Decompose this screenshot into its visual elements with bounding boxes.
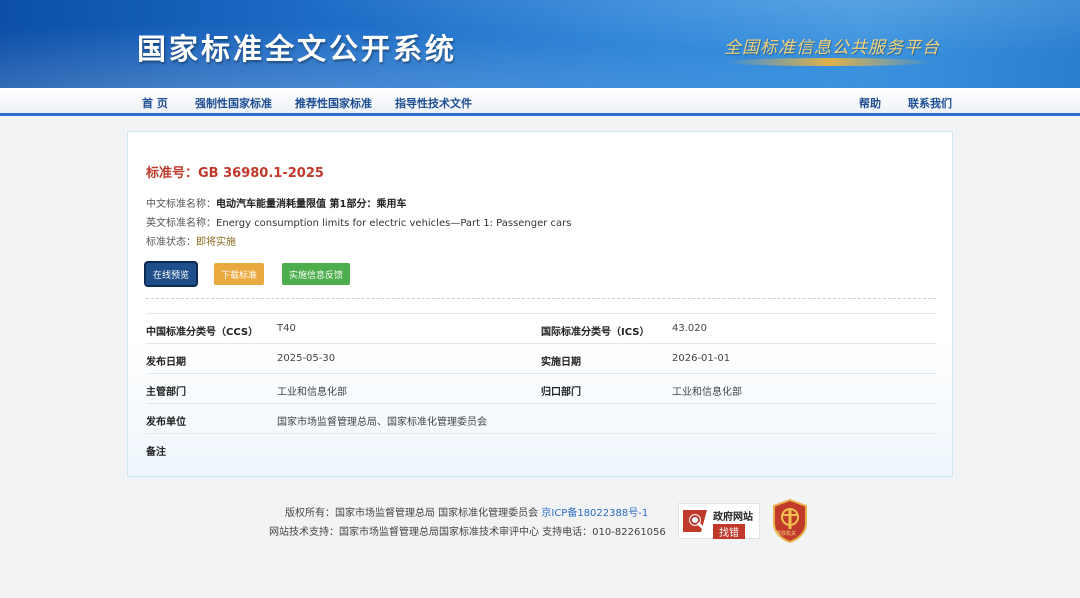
online-preview-button[interactable]: 在线预览 (146, 263, 196, 285)
en-name-label: 英文标准名称： (146, 218, 216, 229)
standard-detail-card: 标准号：GB 36980.1-2025 中文标准名称：电动汽车能量消耗量限值 第… (127, 131, 953, 477)
status-label: 标准状态： (146, 237, 196, 248)
nav-item-help[interactable]: 帮助 (859, 95, 881, 111)
detail-label: 发布日期 (146, 357, 186, 368)
cn-name-row: 中文标准名称：电动汽车能量消耗量限值 第1部分：乘用车 (146, 195, 406, 210)
party-badge-text: 党政机关 (776, 531, 797, 537)
detail-value: 2025-05-30 (277, 353, 336, 364)
nav-item-recommended[interactable]: 推荐性国家标准 (295, 95, 372, 111)
detail-value: 国家市场监督管理总局、国家标准化管理委员会 (277, 417, 487, 428)
table-row: 备注 (146, 433, 936, 463)
cn-name-value: 电动汽车能量消耗量限值 第1部分：乘用车 (216, 199, 407, 210)
detail-label: 中国标准分类号（CCS） (146, 327, 259, 338)
standard-number: 标准号：GB 36980.1-2025 (146, 162, 324, 181)
standard-number-value: GB 36980.1-2025 (198, 166, 324, 181)
cn-name-label: 中文标准名称： (146, 199, 216, 210)
site-banner: 国家标准全文公开系统 全国标准信息公共服务平台 (0, 0, 1080, 88)
nav-item-contact[interactable]: 联系我们 (908, 95, 952, 111)
slogan-swoosh (724, 58, 934, 66)
nav-item-home[interactable]: 首 页 (142, 95, 168, 111)
footer-support: 网站技术支持：国家市场监督管理总局国家标准技术审评中心 支持电话：010-822… (269, 527, 666, 538)
gov-badge-title: 政府网站 (713, 512, 753, 523)
detail-value: 工业和信息化部 (672, 387, 742, 398)
nav-item-mandatory[interactable]: 强制性国家标准 (195, 95, 272, 111)
gov-badge-action: 找错 (713, 524, 745, 539)
footer-icp-link[interactable]: 京ICP备18022388号-1 (541, 508, 648, 519)
detail-label: 发布单位 (146, 417, 186, 428)
party-government-badge[interactable]: 党政机关 (772, 498, 808, 544)
main-nav: 首 页 强制性国家标准 推荐性国家标准 指导性技术文件 帮助 联系我们 (0, 88, 1080, 116)
implementation-feedback-button[interactable]: 实施信息反馈 (282, 263, 350, 285)
detail-label: 主管部门 (146, 387, 186, 398)
gov-website-error-badge[interactable]: 政府网站 找错 (678, 503, 760, 539)
nav-item-guidance[interactable]: 指导性技术文件 (395, 95, 472, 111)
status-value: 即将实施 (196, 237, 236, 248)
detail-value: 工业和信息化部 (277, 387, 347, 398)
table-row: 发布日期 2025-05-30 实施日期 2026-01-01 (146, 343, 936, 373)
table-row: 中国标准分类号（CCS） T40 国际标准分类号（ICS） 43.020 (146, 313, 936, 343)
detail-table: 中国标准分类号（CCS） T40 国际标准分类号（ICS） 43.020 发布日… (146, 313, 936, 463)
section-divider (146, 298, 936, 299)
detail-label: 归口部门 (541, 387, 581, 398)
detail-value: 43.020 (672, 323, 707, 334)
detail-label: 实施日期 (541, 357, 581, 368)
detail-label: 备注 (146, 447, 166, 458)
detail-value: 2026-01-01 (672, 353, 731, 364)
standard-number-label: 标准号： (146, 166, 199, 181)
en-name-row: 英文标准名称：Energy consumption limits for ele… (146, 214, 572, 229)
table-row: 主管部门 工业和信息化部 归口部门 工业和信息化部 (146, 373, 936, 403)
detail-value: T40 (277, 323, 296, 334)
site-title[interactable]: 国家标准全文公开系统 (137, 26, 457, 68)
platform-slogan: 全国标准信息公共服务平台 (724, 38, 940, 58)
table-row: 发布单位 国家市场监督管理总局、国家标准化管理委员会 (146, 403, 936, 433)
status-row: 标准状态：即将实施 (146, 233, 236, 248)
download-standard-button[interactable]: 下载标准 (214, 263, 264, 285)
footer-copyright-line: 版权所有：国家市场监督管理总局 国家标准化管理委员会 京ICP备18022388… (285, 504, 648, 519)
magnifier-icon (681, 506, 711, 536)
detail-label: 国际标准分类号（ICS） (541, 327, 650, 338)
footer-copyright: 版权所有：国家市场监督管理总局 国家标准化管理委员会 (285, 508, 539, 519)
en-name-value: Energy consumption limits for electric v… (216, 218, 572, 229)
